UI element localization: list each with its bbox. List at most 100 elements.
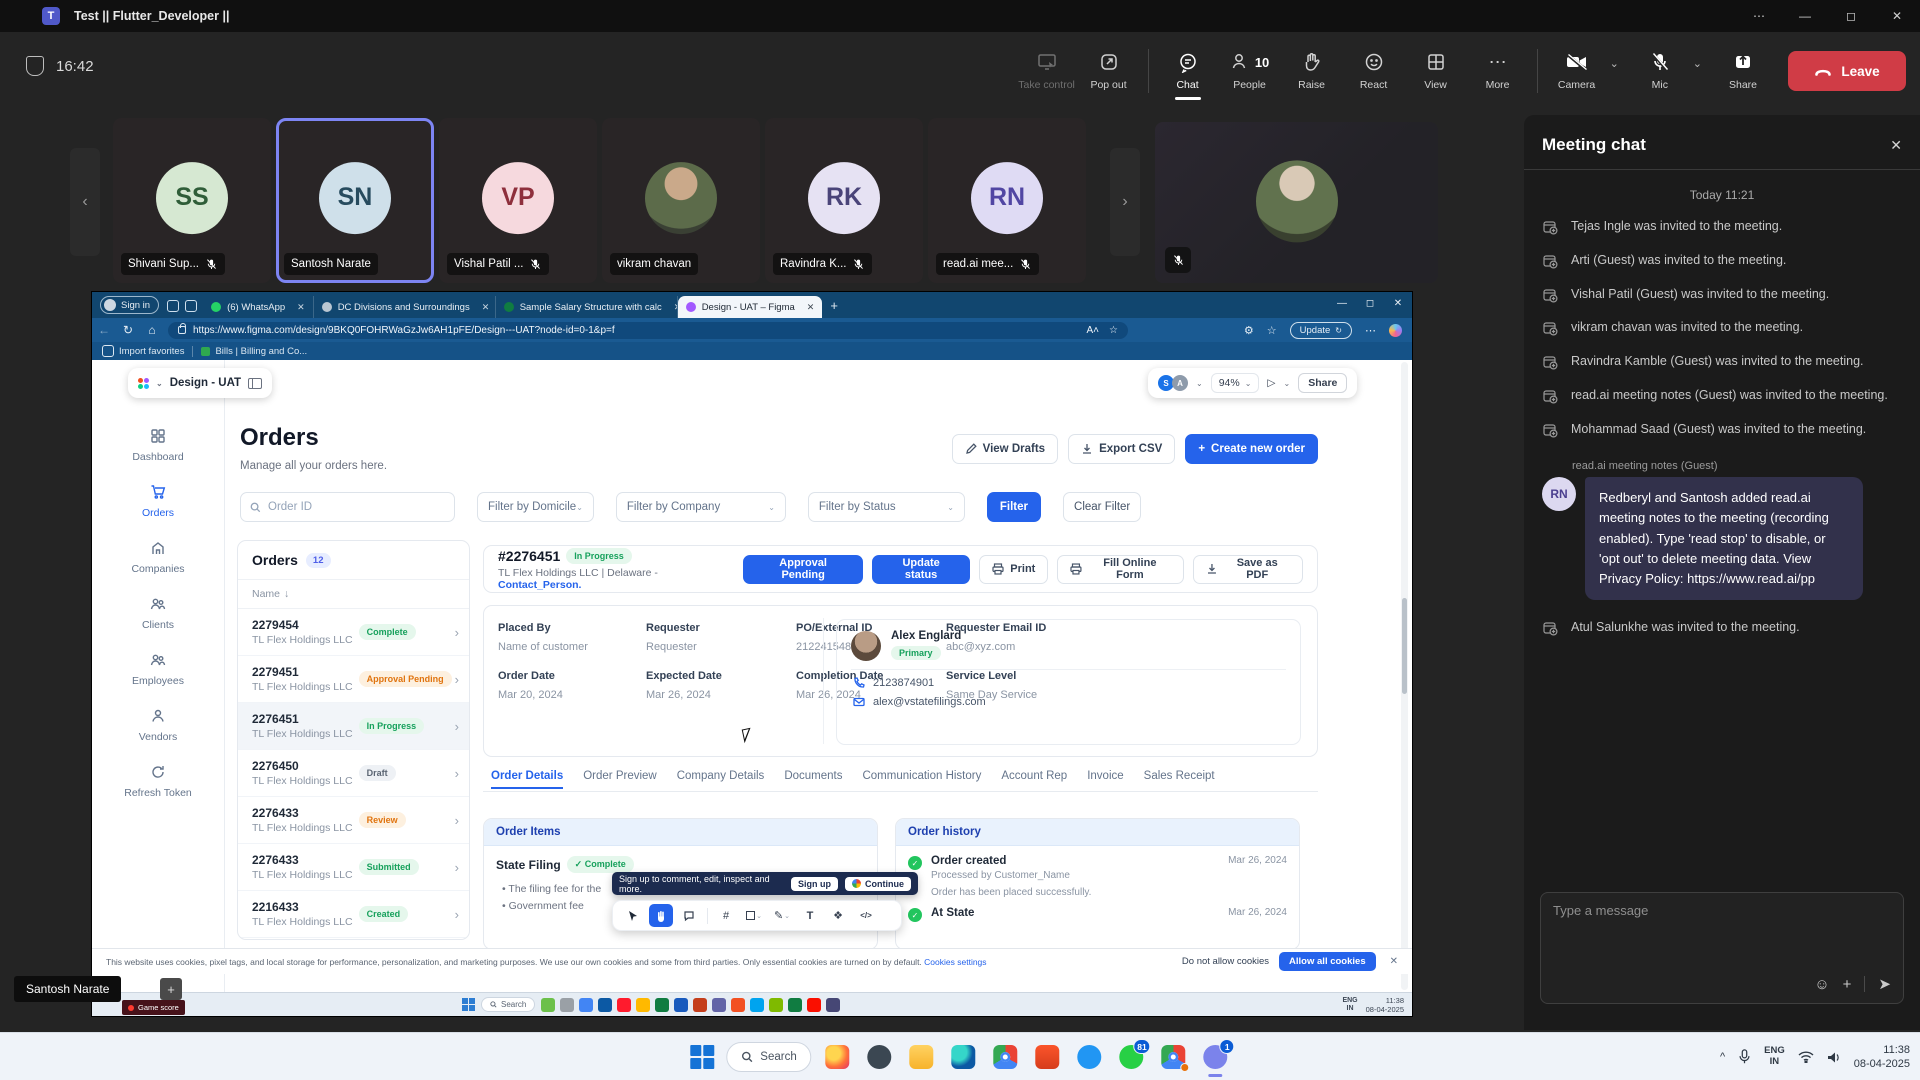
view-button[interactable]: View xyxy=(1405,51,1467,91)
google-continue-button[interactable]: Continue xyxy=(845,877,911,891)
fill-online-form-button[interactable]: Fill Online Form xyxy=(1057,555,1184,584)
figma-share-button[interactable]: Share xyxy=(1298,373,1347,393)
shared-taskbar-icon[interactable] xyxy=(769,998,783,1012)
taskbar-icon-dark-app[interactable] xyxy=(866,1043,894,1071)
take-control-button[interactable]: Take control xyxy=(1016,51,1078,91)
browser-menu-icon[interactable]: ⋯ xyxy=(1365,324,1376,337)
tab-invoice[interactable]: Invoice xyxy=(1087,770,1123,789)
browser-signin-button[interactable]: Sign in xyxy=(100,296,159,314)
comment-tool-icon[interactable] xyxy=(677,904,701,927)
page-scrollbar[interactable] xyxy=(1401,362,1408,990)
chat-message-input[interactable] xyxy=(1553,903,1853,918)
copilot-icon[interactable] xyxy=(1389,324,1402,337)
volume-icon[interactable] xyxy=(1827,1051,1841,1064)
attach-plus-icon[interactable]: + xyxy=(1843,976,1852,993)
refresh-icon[interactable]: ↻ xyxy=(116,323,140,337)
order-id-search[interactable]: Order ID xyxy=(240,492,455,522)
mic-button[interactable]: Mic xyxy=(1629,51,1691,91)
maximize-button[interactable]: ◻ xyxy=(1828,0,1874,32)
tab-close-icon[interactable]: ✕ xyxy=(291,302,305,313)
shared-taskbar-icon[interactable] xyxy=(788,998,802,1012)
language-indicator[interactable]: ENGIN xyxy=(1764,1046,1785,1068)
order-row[interactable]: 2216433TL Flex Holdings LLC Created › xyxy=(238,891,469,938)
sidebar-item-dashboard[interactable]: Dashboard xyxy=(108,422,208,469)
add-overlay-button[interactable]: + xyxy=(160,978,182,1000)
shared-taskbar-icon[interactable] xyxy=(693,998,707,1012)
tab-documents[interactable]: Documents xyxy=(784,770,842,789)
deny-cookies-button[interactable]: Do not allow cookies xyxy=(1182,956,1269,967)
shared-taskbar-icon[interactable] xyxy=(655,998,669,1012)
camera-options-chevron[interactable]: ⌄ xyxy=(1610,57,1619,70)
filter-select[interactable]: Filter by Domicile⌄ xyxy=(477,492,594,522)
taskbar-icon-file-explorer[interactable] xyxy=(908,1043,936,1071)
shared-taskbar-icon[interactable] xyxy=(807,998,821,1012)
sidebar-item-vendors[interactable]: Vendors xyxy=(108,702,208,749)
sidebar-item-companies[interactable]: Companies xyxy=(108,534,208,581)
react-button[interactable]: React xyxy=(1343,51,1405,91)
tab-account-rep[interactable]: Account Rep xyxy=(1001,770,1067,789)
camera-button[interactable]: Camera xyxy=(1546,51,1608,91)
shared-taskbar-icon[interactable] xyxy=(598,998,612,1012)
text-tool-icon[interactable]: T xyxy=(798,904,822,927)
taskbar-icon-chrome-profile[interactable] xyxy=(1160,1043,1188,1071)
extensions-icon[interactable]: ⚙ xyxy=(1244,324,1254,337)
tray-chevron-icon[interactable]: ^ xyxy=(1720,1051,1725,1063)
shared-taskbar-icon[interactable] xyxy=(617,998,631,1012)
tab-company-details[interactable]: Company Details xyxy=(677,770,765,789)
filter-select[interactable]: Filter by Company⌄ xyxy=(616,492,786,522)
cookie-close-icon[interactable]: ✕ xyxy=(1390,956,1398,967)
sidebar-item-employees[interactable]: Employees xyxy=(108,646,208,693)
filter-select[interactable]: Filter by Status⌄ xyxy=(808,492,965,522)
browser-close[interactable]: ✕ xyxy=(1384,292,1412,314)
scrollbar-thumb[interactable] xyxy=(1402,598,1407,694)
contact-person-link[interactable]: Contact_Person. xyxy=(498,579,581,591)
shared-taskbar-icon[interactable] xyxy=(731,998,745,1012)
tab-communication-history[interactable]: Communication History xyxy=(862,770,981,789)
order-row[interactable]: 2276433TL Flex Holdings LLC Submitted › xyxy=(238,844,469,891)
browser-tab[interactable]: Design - UAT – Figma ✕ xyxy=(678,296,823,318)
file-menu-chevron[interactable]: ⌄ xyxy=(156,379,163,388)
order-row[interactable]: 2279451TL Flex Holdings LLC Approval Pen… xyxy=(238,656,469,703)
save-as-pdf-button[interactable]: Save as PDF xyxy=(1193,555,1303,584)
chat-compose-box[interactable]: ☺ + ➤ xyxy=(1540,892,1904,1004)
taskbar-search[interactable]: Search xyxy=(726,1042,811,1072)
tab-order-details[interactable]: Order Details xyxy=(491,770,563,789)
tab-close-icon[interactable]: ✕ xyxy=(476,302,490,313)
order-row[interactable]: 2276450TL Flex Holdings LLC Draft › xyxy=(238,750,469,797)
allow-cookies-button[interactable]: Allow all cookies xyxy=(1279,952,1376,971)
favorites-bar-icon[interactable]: ☆ xyxy=(1267,324,1277,337)
shared-taskbar-icon[interactable] xyxy=(560,998,574,1012)
chat-button[interactable]: Chat xyxy=(1157,51,1219,91)
back-icon[interactable]: ← xyxy=(92,323,116,337)
mic-options-chevron[interactable]: ⌄ xyxy=(1693,57,1702,70)
signup-button[interactable]: Sign up xyxy=(791,877,838,891)
new-tab-button[interactable]: + xyxy=(830,298,838,313)
close-button[interactable]: ✕ xyxy=(1874,0,1920,32)
collab-chevron[interactable]: ⌄ xyxy=(1196,379,1203,388)
zoom-control[interactable]: 94% ⌄ xyxy=(1211,373,1260,393)
shared-taskbar-icon[interactable] xyxy=(636,998,650,1012)
shared-taskbar-icon[interactable] xyxy=(712,998,726,1012)
favorite-star-icon[interactable]: ☆ xyxy=(1109,325,1118,336)
shared-search-box[interactable]: Search xyxy=(481,997,535,1012)
clear-filter-button[interactable]: Clear Filter xyxy=(1063,492,1141,522)
frame-tool-icon[interactable]: # xyxy=(714,904,738,927)
taskbar-clock[interactable]: 11:3808-04-2025 xyxy=(1854,1043,1910,1072)
wifi-icon[interactable] xyxy=(1798,1051,1814,1063)
taskbar-icon-firefox[interactable] xyxy=(824,1043,852,1071)
browser-tab[interactable]: Sample Salary Structure with calc ✕ xyxy=(496,296,678,318)
order-row[interactable]: 2279454TL Flex Holdings LLC Complete › xyxy=(238,609,469,656)
export-csv-button[interactable]: Export CSV xyxy=(1068,434,1175,464)
browser-update-button[interactable]: Update ↻ xyxy=(1290,322,1352,339)
sidebar-item-orders[interactable]: Orders xyxy=(108,478,208,525)
tab-close-icon[interactable]: ✕ xyxy=(668,302,678,313)
vertical-tabs-icon[interactable] xyxy=(185,300,197,312)
filter-button[interactable]: Filter xyxy=(987,492,1041,522)
minimize-button[interactable]: — xyxy=(1782,0,1828,32)
shared-taskbar-icon[interactable] xyxy=(541,998,555,1012)
sidebar-item-clients[interactable]: Clients xyxy=(108,590,208,637)
contact-phone[interactable]: 2123874901 xyxy=(837,670,1300,689)
order-row[interactable]: 2276451TL Flex Holdings LLC In Progress … xyxy=(238,703,469,750)
shared-clock[interactable]: 11:3808-04-2025 xyxy=(1366,996,1404,1014)
tab-close-icon[interactable]: ✕ xyxy=(801,302,815,313)
